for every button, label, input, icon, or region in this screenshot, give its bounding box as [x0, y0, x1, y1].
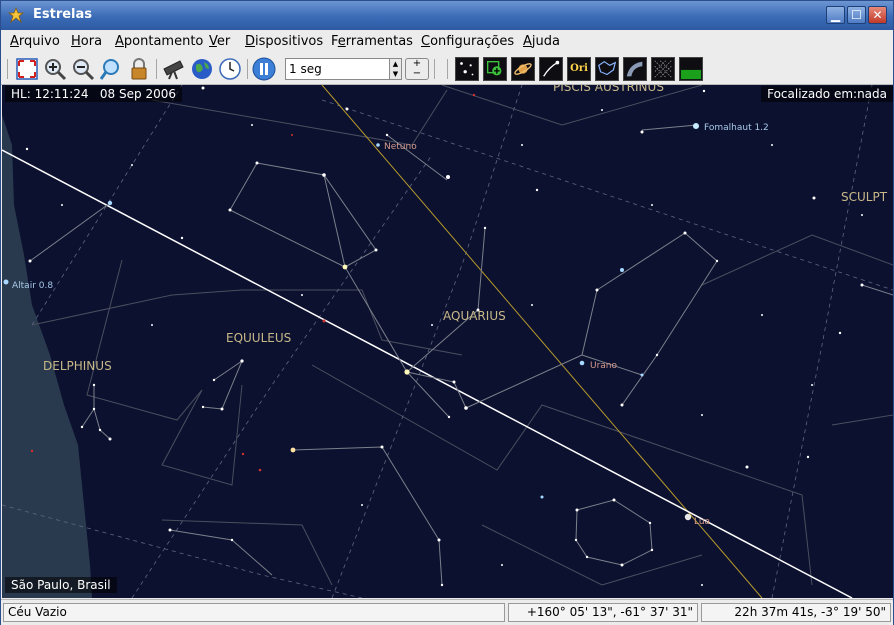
menu-apontamento[interactable]: Apontamento [115, 34, 203, 49]
object-label-lua: Lua [694, 517, 711, 527]
zoom-out-icon[interactable] [71, 57, 95, 81]
menu-ver[interactable]: Ver [209, 34, 230, 49]
object-label-urano: Urano [590, 361, 618, 371]
milky-way-icon[interactable] [623, 57, 647, 81]
object-label-netuno: Netuno [384, 142, 417, 152]
object-label-altair: Altair 0.8 [12, 281, 54, 291]
stars [3, 86, 864, 587]
fullscreen-icon[interactable] [15, 57, 39, 81]
horizon-toggle-icon[interactable] [679, 57, 703, 81]
toolbar-separator [447, 59, 448, 79]
ground-horizon [2, 115, 92, 598]
menu-dispositivos[interactable]: Dispositivos [245, 34, 323, 49]
constellation-label-piscis-austrinus: PISCIS AUSTRINUS [553, 85, 664, 94]
toolbar-separator [247, 59, 248, 79]
menu-ferramentas[interactable]: Ferramentas [331, 34, 413, 49]
time-step-plus-minus-button[interactable]: + − [405, 58, 429, 80]
grid-toggle-icon[interactable] [651, 57, 675, 81]
constellation-boundaries-icon[interactable] [595, 57, 619, 81]
close-button[interactable]: ✕ [868, 6, 887, 24]
local-time-display: HL: 12:11:24 08 Sep 2006 [5, 86, 182, 102]
toolbar-separator [434, 59, 435, 79]
status-message: Céu Vazio [3, 603, 505, 622]
globe-icon[interactable] [190, 57, 214, 81]
menu-ajuda[interactable]: Ajuda [523, 34, 560, 49]
app-star-icon [8, 7, 24, 23]
maximize-button[interactable]: ☐ [847, 6, 866, 24]
zoom-fit-icon[interactable] [99, 57, 123, 81]
stars-toggle-icon[interactable] [455, 57, 479, 81]
time-step-spinner[interactable]: ▲ ▼ [390, 58, 402, 80]
status-bar: Céu Vazio +160° 05' 13", -61° 37' 31" 22… [1, 599, 893, 625]
constellation-label-sculptor: SCULPT [841, 190, 888, 204]
ra-dec-coordinates: 22h 37m 41s, -3° 19' 50" [701, 603, 891, 622]
clock-icon[interactable] [218, 57, 242, 81]
location-display: São Paulo, Brasil [5, 577, 117, 593]
toolbar-separator [7, 59, 8, 79]
constellation-names-toggle-icon[interactable]: Ori [567, 57, 591, 81]
constellation-boundaries [31, 85, 893, 586]
zoom-in-icon[interactable] [43, 57, 67, 81]
sky-map-canvas [2, 85, 893, 598]
alt-az-coordinates: +160° 05' 13", -61° 37' 31" [508, 603, 698, 622]
constellation-label-aquarius: AQUARIUS [443, 309, 506, 323]
comet-toggle-icon[interactable] [539, 57, 563, 81]
menu-hora[interactable]: Hora [71, 34, 102, 49]
menu-configuracoes[interactable]: Configurações [421, 34, 514, 49]
menu-arquivo[interactable]: Arquivo [10, 34, 60, 49]
constellation-label-delphinus: DELPHINUS [43, 359, 112, 373]
pause-icon[interactable] [252, 57, 276, 81]
lock-icon[interactable] [127, 57, 151, 81]
saturn-toggle-icon[interactable] [511, 57, 535, 81]
constellation-label-equuleus: EQUULEUS [226, 331, 292, 345]
time-step-input[interactable]: 1 seg [285, 58, 390, 80]
sky-map-view[interactable]: PISCIS AUSTRINUS SCULPT AQUARIUS EQUULEU… [2, 85, 893, 598]
ecliptic-line [2, 149, 853, 598]
menu-bar: Arquivo Hora Apontamento Ver Dispositivo… [1, 30, 893, 54]
toolbar-separator [156, 59, 157, 79]
minimize-button[interactable]: ▁ [826, 6, 845, 24]
focus-status-display: Focalizado em:nada [761, 86, 893, 102]
planets-toggle-icon[interactable] [483, 57, 507, 81]
coordinate-grid [2, 85, 893, 598]
window-title: Estrelas [33, 7, 93, 22]
telescope-icon[interactable] [162, 57, 186, 81]
title-bar: Estrelas ▁ ☐ ✕ [1, 1, 893, 30]
object-label-fomalhaut: Fomalhaut 1.2 [704, 123, 769, 133]
app-window: Estrelas ▁ ☐ ✕ Arquivo Hora Apontamento … [0, 0, 894, 625]
